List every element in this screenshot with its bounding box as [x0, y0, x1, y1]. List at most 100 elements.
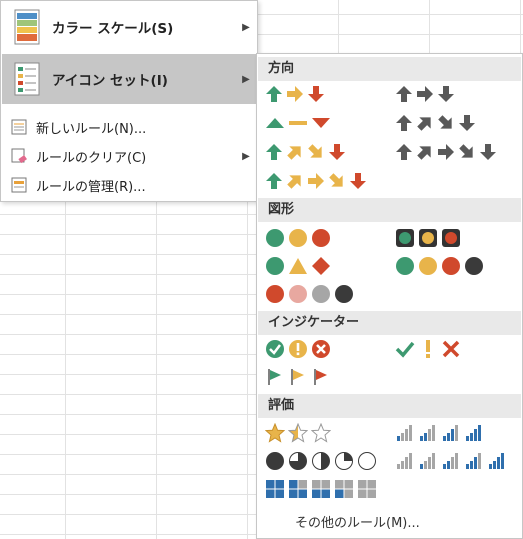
icon-set-5-arrows-gray[interactable] [395, 143, 497, 161]
arrow-down-icon [480, 144, 496, 160]
arrow-right-icon [287, 86, 303, 102]
half-star-icon [288, 423, 308, 443]
new-rule-icon [2, 119, 36, 135]
icon-set-4-traffic-lights[interactable] [395, 256, 484, 276]
eraser-icon [2, 148, 36, 164]
signal-bars-3-icon [443, 425, 458, 441]
pink-circle-icon [289, 285, 307, 303]
arrow-up-right-icon [417, 117, 431, 131]
quarter-circle-icon [335, 452, 353, 470]
x-circle-icon [312, 340, 330, 358]
signal-bars-4-icon [466, 425, 481, 441]
color-scale-label: カラー スケール(S) [52, 21, 174, 37]
icon-set-3-arrows-colored[interactable] [265, 85, 325, 103]
arrow-up-icon [266, 86, 282, 102]
boxes-1-icon [335, 480, 353, 498]
signal-bars-0-icon [397, 453, 412, 469]
icon-set-3-signs[interactable] [265, 256, 331, 276]
section-indicators: インジケーター [258, 311, 521, 335]
clear-rules-item[interactable]: ルールのクリア(C) ▶ [2, 142, 256, 170]
submenu-arrow-icon: ▶ [242, 150, 250, 162]
arrow-up-icon [396, 86, 412, 102]
icon-set-5-quarters[interactable] [265, 451, 377, 471]
yellow-circle-icon [289, 229, 307, 247]
color-scale-item[interactable]: カラー スケール(S) ▶ [2, 2, 256, 52]
icon-set-3-triangles[interactable] [265, 114, 331, 132]
section-ratings: 評価 [258, 394, 521, 418]
check-circle-icon [266, 340, 284, 358]
icon-set-3-traffic-lights-rimmed[interactable] [395, 228, 461, 248]
signal-bars-1-icon [420, 453, 435, 469]
three-quarter-circle-icon [289, 452, 307, 470]
icon-set-3-stars[interactable] [265, 423, 331, 443]
arrow-down-right-icon [329, 173, 343, 187]
signal-bars-3-icon [466, 453, 481, 469]
clear-rules-label: ルールのクリア(C) [36, 150, 147, 166]
black-circle-icon [465, 257, 483, 275]
icon-set-3-symbols-circled[interactable] [265, 339, 331, 359]
color-scale-icon [2, 9, 52, 45]
yellow-triangle-icon [289, 258, 307, 274]
arrow-down-right-icon [459, 144, 473, 158]
signal-bars-2-icon [443, 453, 458, 469]
red-circle-icon [312, 229, 330, 247]
manage-rules-icon [2, 177, 36, 193]
red-diamond-icon [312, 257, 330, 275]
manage-rules-label: ルールの管理(R)... [36, 179, 146, 195]
yellow-flag-icon [291, 369, 304, 385]
arrow-up-icon [396, 115, 412, 131]
arrow-up-right-icon [287, 175, 301, 189]
icon-set-5-boxes[interactable] [265, 479, 377, 499]
boxes-0-icon [358, 480, 376, 498]
icon-set-3-flags[interactable] [265, 367, 331, 387]
red-light-icon [442, 229, 460, 247]
arrow-down-icon [308, 86, 324, 102]
green-light-icon [396, 229, 414, 247]
icon-set-3-traffic-lights[interactable] [265, 228, 331, 248]
submenu-arrow-icon: ▶ [242, 21, 250, 33]
green-circle-icon [396, 257, 414, 275]
icon-sets-submenu: 方向 図形 インジケーター 評価 その他のルール(M)... [256, 53, 523, 539]
boxes-3-icon [289, 480, 307, 498]
check-icon [395, 341, 415, 358]
arrow-right-icon [308, 173, 324, 189]
empty-star-icon [311, 423, 331, 443]
submenu-arrow-icon: ▶ [242, 73, 250, 85]
full-circle-icon [266, 452, 284, 470]
icon-set-5-arrows-colored[interactable] [265, 172, 367, 190]
icon-set-3-symbols[interactable] [395, 339, 461, 359]
manage-rules-item[interactable]: ルールの管理(R)... [2, 171, 256, 199]
arrow-right-icon [438, 144, 454, 160]
icon-sets-label: アイコン セット(I) [52, 73, 168, 89]
arrow-down-right-icon [308, 144, 322, 158]
gray-circle-icon [312, 285, 330, 303]
green-circle-icon [266, 257, 284, 275]
icon-sets-item[interactable]: アイコン セット(I) ▶ [2, 54, 256, 104]
arrow-down-icon [329, 144, 345, 160]
yellow-light-icon [419, 229, 437, 247]
icon-set-5-ratings[interactable] [395, 451, 507, 471]
icon-set-3-arrows-gray[interactable] [395, 85, 455, 103]
section-directional: 方向 [258, 57, 521, 81]
more-rules-link[interactable]: その他のルール(M)... [295, 512, 420, 531]
icon-set-4-ratings[interactable] [395, 423, 484, 443]
green-flag-icon [268, 369, 281, 385]
green-circle-icon [266, 229, 284, 247]
icon-set-4-arrows-gray[interactable] [395, 114, 476, 132]
red-circle-icon [442, 257, 460, 275]
boxes-4-icon [266, 480, 284, 498]
signal-bars-1-icon [397, 425, 412, 441]
dash-icon [289, 121, 307, 125]
arrow-up-right-icon [287, 146, 301, 160]
new-rule-item[interactable]: 新しいルール(N)... [2, 113, 256, 141]
icon-sets-icon [2, 62, 52, 96]
arrow-down-right-icon [438, 115, 452, 129]
arrow-up-right-icon [417, 146, 431, 160]
red-flag-icon [314, 369, 327, 385]
yellow-circle-icon [419, 257, 437, 275]
icon-set-red-to-black[interactable] [265, 284, 354, 304]
black-circle-icon [335, 285, 353, 303]
icon-set-4-arrows-colored[interactable] [265, 143, 346, 161]
x-icon [442, 340, 460, 358]
triangle-down-icon [312, 118, 330, 128]
